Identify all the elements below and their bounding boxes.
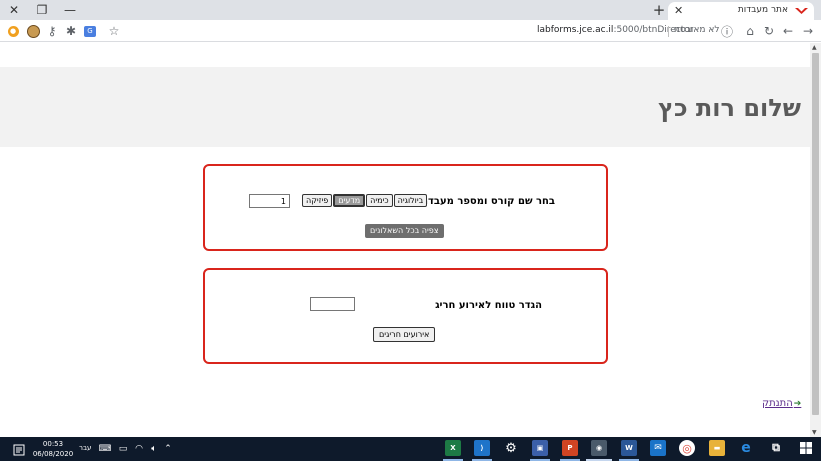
logout-link[interactable]: ➔ התנתק: [762, 398, 801, 409]
exception-section-label: הגדר טווח לאירוע חריג: [435, 300, 542, 311]
key-icon[interactable]: ⚷: [44, 23, 60, 39]
clock-time: 00:53: [42, 440, 64, 448]
course-buttons: פיזיקה מדעים כימיה ביולוגיה: [302, 194, 428, 207]
clock-date: 06/08/2020: [32, 450, 74, 458]
word-icon[interactable]: W: [621, 440, 637, 456]
view-all-questionnaires-button[interactable]: צפיה בכל השאלונים: [365, 224, 444, 238]
windows-start-icon[interactable]: [798, 440, 814, 456]
site-favicon-icon: [795, 8, 808, 14]
browser-tab-strip: ✕ ❐ — + אתר מעבדות ✕: [0, 0, 821, 20]
chrome-icon[interactable]: ◎: [679, 440, 695, 456]
bookmark-star-icon[interactable]: ☆: [106, 23, 122, 39]
windows-taskbar: 00:53 06/08/2020 עבר ⌨ ▭ ◠ 🔈︎ ⌃ X ⟩ ⚙ ▣ …: [0, 437, 821, 461]
header-jumbotron: שלום רות כץ: [0, 67, 810, 147]
tab-close-icon[interactable]: ✕: [674, 4, 683, 17]
tab-title: אתר מעבדות: [737, 5, 788, 15]
lab-number-input[interactable]: [249, 194, 290, 208]
home-icon[interactable]: ⌂: [742, 23, 758, 39]
course-selection-panel: בחר שם קורס ומספר מעבדה פיזיקה מדעים כימ…: [203, 164, 608, 251]
course-button-physics[interactable]: פיזיקה: [302, 194, 333, 207]
forward-arrow-icon[interactable]: →: [800, 23, 816, 39]
course-button-chemistry[interactable]: כימיה: [366, 194, 393, 207]
window-restore-icon[interactable]: ❐: [28, 0, 56, 20]
edge-icon[interactable]: e: [738, 440, 754, 456]
exception-range-input[interactable]: [310, 297, 355, 311]
powerpoint-icon[interactable]: P: [562, 440, 578, 456]
wifi-icon[interactable]: ◠: [131, 441, 147, 457]
browser-toolbar: ● ⚷ ✱ G ☆ labforms.jce.ac.il:5000/btnDir…: [0, 20, 821, 42]
page-title: שלום רות כץ: [658, 94, 801, 122]
keyboard-icon[interactable]: ⌨: [97, 441, 113, 457]
vscode-icon[interactable]: ⟩: [474, 440, 490, 456]
back-arrow-icon[interactable]: ←: [780, 23, 796, 39]
course-section-label: בחר שם קורס ומספר מעבדה: [421, 196, 555, 207]
battery-icon[interactable]: ▭: [115, 441, 131, 457]
taskbar-clock[interactable]: 00:53 06/08/2020: [32, 439, 74, 459]
chrome-active-app-icon[interactable]: ◉: [591, 440, 607, 456]
browser-tab[interactable]: אתר מעבדות ✕: [668, 2, 814, 20]
address-separator: [668, 26, 669, 37]
scroll-up-icon[interactable]: ▲: [812, 44, 817, 51]
settings-gear-icon[interactable]: ⚙: [503, 440, 519, 456]
task-view-icon[interactable]: ⧉: [768, 440, 784, 456]
file-explorer-icon[interactable]: ▬: [709, 440, 725, 456]
page-scrollbar[interactable]: ▲ ▼: [810, 43, 821, 437]
extension-orange-icon[interactable]: ●: [5, 23, 21, 39]
window-close-icon[interactable]: ✕: [0, 0, 28, 20]
excel-icon[interactable]: X: [445, 440, 461, 456]
window-minimize-icon[interactable]: —: [56, 0, 84, 20]
extensions-puzzle-icon[interactable]: ✱: [63, 23, 79, 39]
logout-label: התנתק: [762, 398, 793, 409]
url-host: labforms.jce.ac.il: [537, 25, 614, 35]
language-indicator[interactable]: עבר: [79, 444, 91, 452]
profile-avatar-icon[interactable]: [25, 23, 41, 39]
info-icon[interactable]: ⓘ: [719, 23, 735, 39]
mail-icon[interactable]: ✉: [650, 440, 666, 456]
new-tab-button[interactable]: +: [651, 1, 667, 19]
translate-icon[interactable]: G: [82, 23, 98, 39]
exception-range-panel: הגדר טווח לאירוע חריג אירועים חריגים: [203, 268, 608, 364]
notifications-icon[interactable]: [11, 442, 27, 458]
exceptional-events-button[interactable]: אירועים חריגים: [373, 327, 436, 342]
reload-icon[interactable]: ↻: [761, 23, 777, 39]
logout-icon: ➔: [793, 398, 802, 409]
course-button-science[interactable]: מדעים: [333, 194, 366, 207]
address-bar-url[interactable]: labforms.jce.ac.il:5000/btnDirector: [537, 25, 694, 35]
security-label[interactable]: לא מאובטח: [674, 25, 720, 35]
scroll-thumb[interactable]: [812, 53, 819, 415]
scroll-down-icon[interactable]: ▼: [812, 429, 817, 436]
show-hidden-icons-chevron-icon[interactable]: ⌃: [160, 441, 176, 457]
course-button-biology[interactable]: ביולוגיה: [393, 194, 428, 207]
page-content: שלום רות כץ בחר שם קורס ומספר מעבדה פיזי…: [0, 43, 810, 437]
network-app-icon[interactable]: ▣: [532, 440, 548, 456]
